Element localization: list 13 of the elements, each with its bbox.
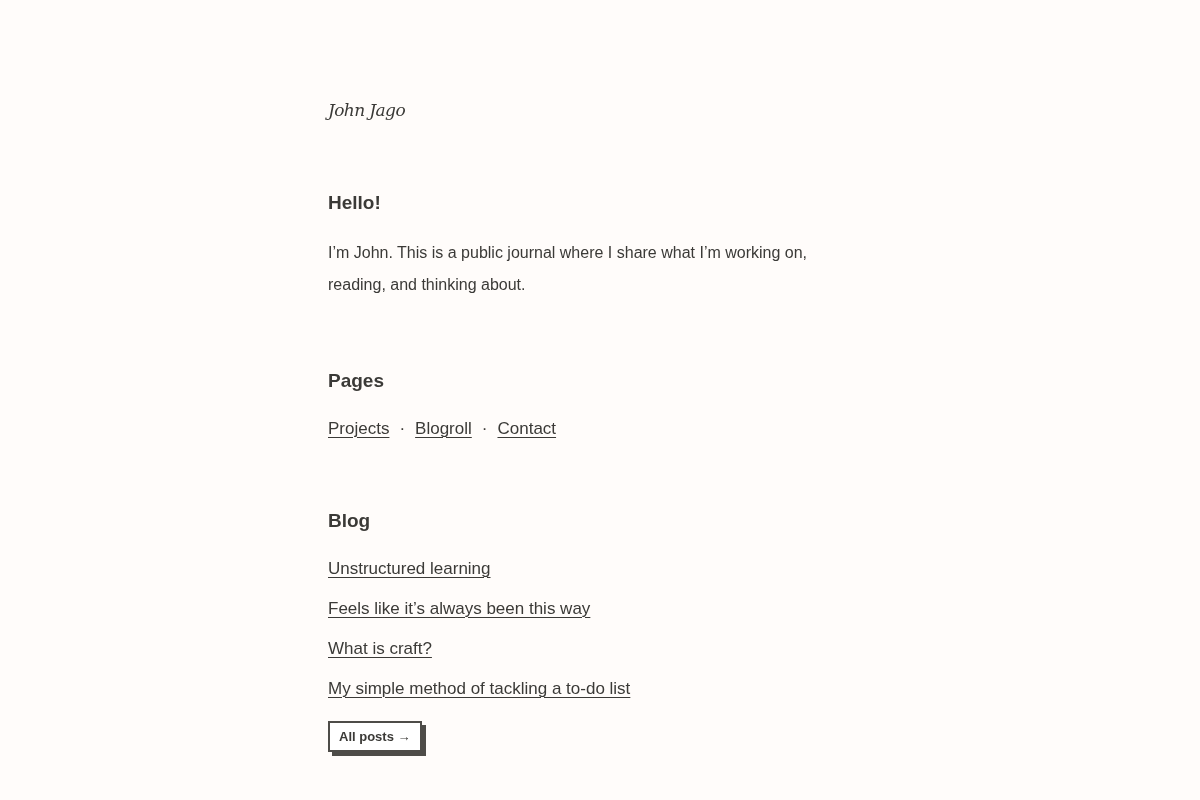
separator-dot: · (481, 418, 488, 440)
page-link[interactable]: Contact (497, 417, 557, 441)
intro-paragraph: I’m John. This is a public journal where I share what I’m working on, reading, and thinking about. (328, 243, 809, 295)
section-heading: Blog (328, 509, 371, 533)
separator-dot: · (399, 418, 406, 440)
post-link[interactable]: What is craft? (328, 637, 432, 661)
section-heading: Hello! (328, 191, 381, 215)
page-link[interactable]: Projects (328, 417, 390, 441)
page-link[interactable]: Blogroll (415, 417, 472, 441)
post-link[interactable]: Unstructured learning (328, 557, 491, 581)
post-link[interactable]: My simple method of tackling a to-do list (328, 677, 631, 701)
post-link[interactable]: Feels like it’s always been this way (328, 597, 591, 621)
section-heading: Pages (328, 369, 384, 393)
